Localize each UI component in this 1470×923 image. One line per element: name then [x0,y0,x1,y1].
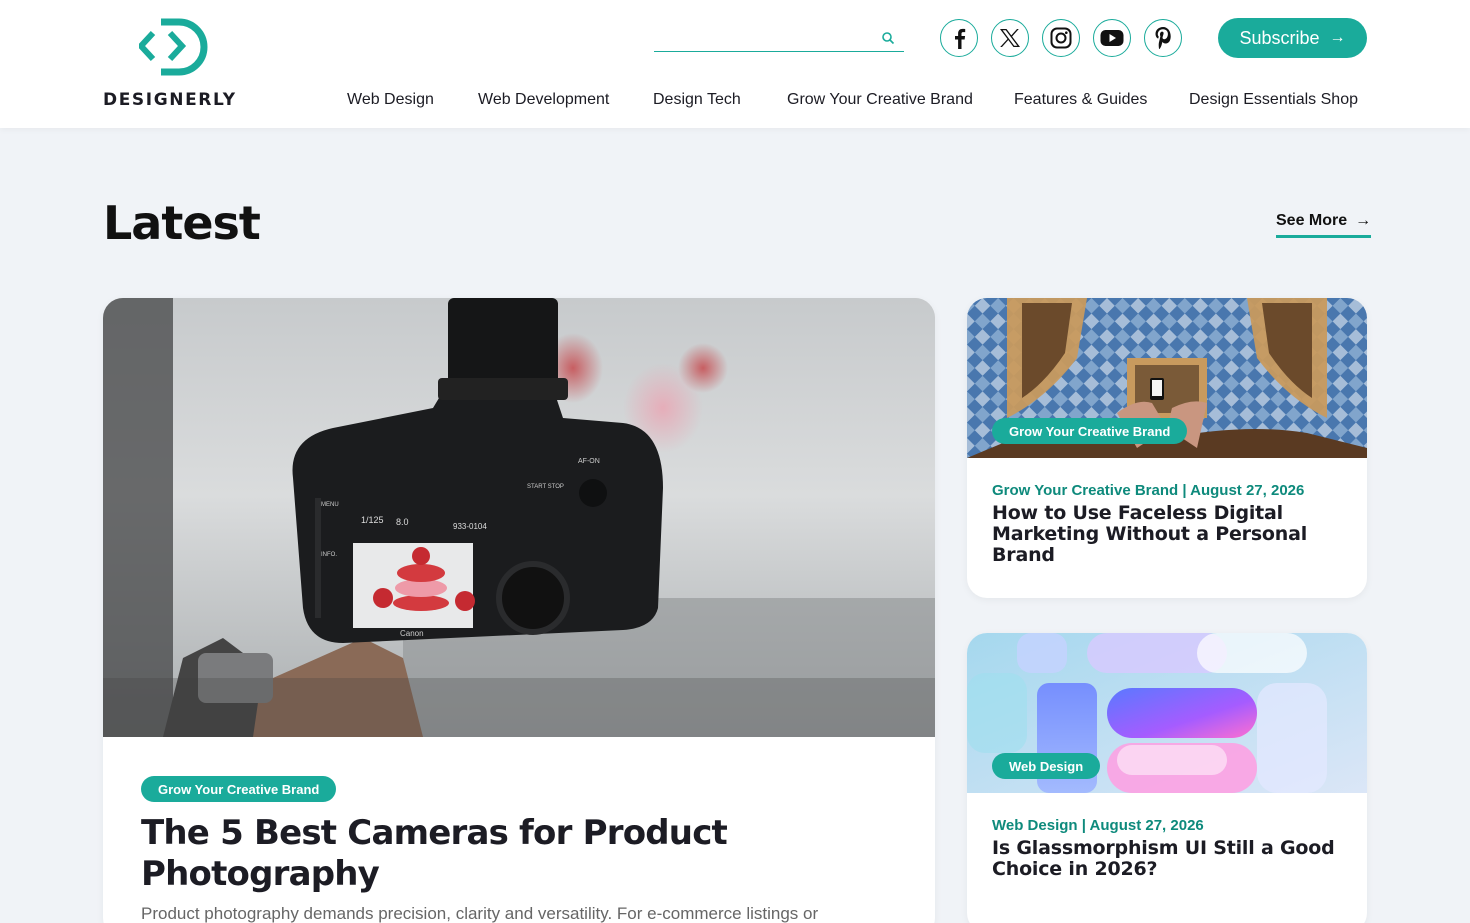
featured-post-excerpt: Product photography demands precision, c… [141,904,819,923]
pinterest-icon [1155,27,1171,49]
camera-aperture-text: 8.0 [396,517,409,527]
camera-af-text: AF-ON [578,458,600,465]
see-more-label: See More [1276,212,1348,229]
nav-web-development[interactable]: Web Development [478,91,609,111]
side-post-card[interactable]: Web Design Web Design | August 27, 2026 … [967,633,1367,923]
category-badge[interactable]: Grow Your Creative Brand [992,418,1188,444]
arrow-right-icon: → [1355,212,1372,229]
camera-menu-text: MENU [321,502,339,508]
nav-design-essentials-shop[interactable]: Design Essentials Shop [1189,91,1358,111]
nav-features-guides[interactable]: Features & Guides [1014,91,1147,111]
search-input[interactable] [654,24,874,50]
logo-mark-icon [139,18,208,76]
camera-shutter-text: 1/125 [361,515,384,525]
logo-text: DESIGNERLY [103,90,237,110]
youtube-link[interactable] [1093,19,1131,57]
post-meta: Grow Your Creative Brand | August 27, 20… [992,482,1305,499]
subscribe-button[interactable]: Subscribe → [1218,18,1367,58]
instagram-link[interactable] [1042,19,1080,57]
camera-start-text: START STOP [527,484,564,490]
featured-post-title[interactable]: The 5 Best Cameras for Product Photograp… [141,813,861,895]
facebook-link[interactable] [940,19,978,57]
side-post-card[interactable]: Grow Your Creative Brand Grow Your Creat… [967,298,1367,598]
arrow-right-icon: → [1329,29,1346,46]
search-icon[interactable] [881,31,895,45]
featured-post-image: 1/125 8.0 933-0104 Canon AF-ON START STO… [103,298,935,737]
see-more-link[interactable]: See More → [1276,212,1372,238]
subscribe-label: Subscribe [1239,27,1320,48]
camera-code-text: 933-0104 [453,522,487,531]
search-box [654,24,904,52]
side-post-title[interactable]: Is Glassmorphism UI Still a Good Choice … [992,838,1337,880]
pinterest-link[interactable] [1144,19,1182,57]
nav-grow-your-creative-brand[interactable]: Grow Your Creative Brand [787,91,973,111]
camera-brand-text: Canon [400,629,424,638]
site-header: DESIGNERLY Subscribe → Web Design Web De… [0,0,1470,128]
nav-design-tech[interactable]: Design Tech [653,91,741,111]
x-link[interactable] [991,19,1029,57]
instagram-icon [1050,27,1072,49]
side-post-title[interactable]: How to Use Faceless Digital Marketing Wi… [992,503,1337,566]
featured-post-card[interactable]: 1/125 8.0 933-0104 Canon AF-ON START STO… [103,298,935,923]
category-badge[interactable]: Web Design [992,753,1101,779]
category-badge[interactable]: Grow Your Creative Brand [141,776,337,802]
site-logo[interactable]: DESIGNERLY [103,18,243,110]
post-meta: Web Design | August 27, 2026 [992,817,1204,834]
section-title: Latest [103,196,261,250]
youtube-icon [1100,30,1124,46]
x-icon [1000,29,1020,47]
nav-web-design[interactable]: Web Design [347,91,434,111]
facebook-icon [955,28,966,49]
camera-info-text: INFO. [321,552,337,558]
camera-photo-illustration: 1/125 8.0 933-0104 Canon AF-ON START STO… [103,298,935,737]
